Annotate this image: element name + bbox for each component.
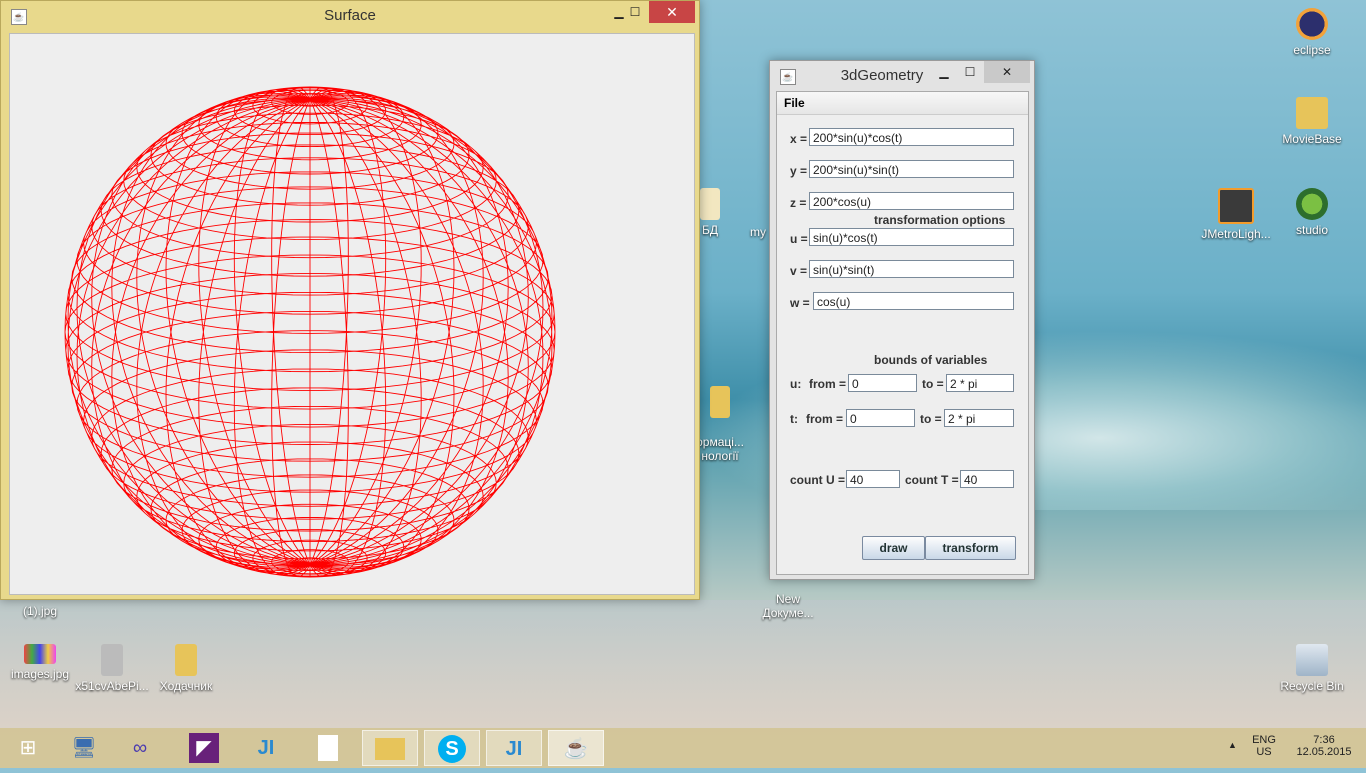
v-transform-field[interactable]: sin(u)*sin(t) — [809, 260, 1014, 278]
bounds-heading: bounds of variables — [874, 353, 988, 367]
desktop-icon-studio[interactable]: studio — [1272, 188, 1352, 237]
desktop-icon-recycle-bin[interactable]: Recycle Bin — [1272, 644, 1352, 693]
computer-icon: 🖥 — [71, 737, 97, 759]
z-expression-field[interactable]: 200*cos(u) — [809, 192, 1014, 210]
eclipse-icon — [1296, 8, 1328, 40]
infinity-icon: ∞ — [132, 737, 148, 759]
clock-date: 12.05.2015 — [1296, 746, 1352, 758]
count-u-field[interactable]: 40 — [846, 470, 900, 488]
skype-icon: S — [438, 735, 466, 763]
taskbar: ⊞ 🖥 ∞ ◤ JI S JI ☕ ▲ ENG US 7:36 12.05.20… — [0, 728, 1366, 768]
v-label: v = — [790, 264, 808, 278]
windows-logo-icon: ⊞ — [19, 737, 37, 759]
sphere-wireframe — [64, 86, 556, 578]
t-bound-label: t: — [790, 412, 798, 426]
java-icon: ☕ — [563, 738, 589, 760]
folder-icon — [1296, 97, 1328, 129]
t-from-field[interactable]: 0 — [846, 409, 915, 427]
taskbar-visual-studio[interactable]: ◤ — [176, 730, 232, 766]
x-expression-field[interactable]: 200*sin(u)*cos(t) — [809, 128, 1014, 146]
taskbar-file-explorer[interactable] — [362, 730, 418, 766]
maximize-button[interactable]: ☐ — [956, 61, 984, 83]
desktop-icon-new-document[interactable]: New Докуме... — [748, 578, 828, 620]
region-label: US — [1256, 746, 1272, 758]
image-icon — [101, 644, 123, 676]
geometry-form: File x = 200*sin(u)*cos(t) y = 200*sin(u… — [776, 91, 1029, 575]
document-icon — [700, 188, 720, 220]
t-to-field[interactable]: 2 * pi — [944, 409, 1014, 427]
taskbar-intellij-2[interactable]: JI — [486, 730, 542, 766]
menu-file[interactable]: File — [777, 92, 812, 114]
geometry-window[interactable]: ☕ 3dGeometry ▁ ☐ ✕ File x = 200*sin(u)*c… — [769, 60, 1035, 580]
desktop-icon-moviebase[interactable]: MovieBase — [1272, 97, 1352, 146]
recycle-bin-icon — [1296, 644, 1328, 676]
surface-titlebar[interactable]: ☕ Surface ▁ ☐ ✕ — [1, 1, 699, 31]
folder-icon — [710, 386, 730, 418]
clock-time: 7:36 — [1313, 734, 1335, 746]
desktop-icon-1jpg[interactable]: (1).jpg — [0, 604, 80, 618]
surface-title: Surface — [324, 7, 376, 24]
folder-icon — [375, 738, 405, 760]
start-button[interactable]: ⊞ — [0, 730, 56, 766]
folder-icon — [175, 644, 197, 676]
count-u-label: count U = — [790, 473, 846, 487]
t-from-label: from = — [806, 412, 844, 426]
desktop-icon-jmetro[interactable]: JMetroLigh... — [1196, 188, 1276, 241]
maximize-button[interactable]: ☐ — [621, 1, 649, 23]
desktop-icon-eclipse[interactable]: eclipse — [1272, 8, 1352, 57]
u-bound-label: u: — [790, 377, 802, 391]
taskbar-infinity-app[interactable]: ∞ — [112, 730, 168, 766]
y-expression-field[interactable]: 200*sin(u)*sin(t) — [809, 160, 1014, 178]
draw-button[interactable]: draw — [862, 536, 925, 560]
desktop-icon-images[interactable]: images.jpg — [0, 644, 80, 681]
show-hidden-icons-button[interactable]: ▲ — [1228, 740, 1237, 750]
image-icon — [24, 644, 56, 664]
u-from-field[interactable]: 0 — [848, 374, 917, 392]
intellij-icon: JI — [257, 737, 275, 759]
visual-studio-icon: ◤ — [189, 733, 219, 763]
taskbar-skype[interactable]: S — [424, 730, 480, 766]
surface-window[interactable]: ☕ Surface ▁ ☐ ✕ — [0, 0, 700, 600]
desktop-icon-khodachnyk[interactable]: Ходачник — [146, 644, 226, 693]
surface-canvas[interactable] — [9, 33, 695, 595]
taskbar-java[interactable]: ☕ — [548, 730, 604, 766]
language-label: ENG — [1252, 734, 1276, 746]
taskbar-computer[interactable]: 🖥 — [56, 730, 112, 766]
sphere-mesh-lines — [64, 86, 556, 578]
close-button[interactable]: ✕ — [984, 61, 1030, 83]
x-label: x = — [790, 132, 808, 146]
taskbar-intellij-1[interactable]: JI — [238, 730, 294, 766]
desktop-icon-my[interactable]: my — [748, 225, 768, 239]
blank-document-icon — [318, 735, 338, 761]
taskbar-document[interactable] — [300, 730, 356, 766]
transform-button[interactable]: transform — [925, 536, 1016, 560]
u-to-label: to = — [922, 377, 944, 391]
u-to-field[interactable]: 2 * pi — [946, 374, 1014, 392]
clock[interactable]: 7:36 12.05.2015 — [1284, 734, 1364, 758]
menu-bar: File — [777, 92, 1028, 115]
count-t-label: count T = — [905, 473, 959, 487]
count-t-field[interactable]: 40 — [960, 470, 1014, 488]
u-label: u = — [790, 232, 808, 246]
z-label: z = — [790, 196, 807, 210]
w-transform-field[interactable]: cos(u) — [813, 292, 1014, 310]
android-studio-icon — [1296, 188, 1328, 220]
u-from-label: from = — [809, 377, 847, 391]
u-transform-field[interactable]: sin(u)*cos(t) — [809, 228, 1014, 246]
desktop-icon-x51[interactable]: x51cvAbePi... — [72, 644, 152, 693]
minimize-button[interactable]: ▁ — [930, 61, 958, 83]
sublime-icon — [1218, 188, 1254, 224]
w-label: w = — [790, 296, 810, 310]
intellij-icon: JI — [505, 738, 523, 760]
y-label: y = — [790, 164, 808, 178]
geometry-titlebar[interactable]: ☕ 3dGeometry ▁ ☐ ✕ — [770, 61, 1034, 91]
close-button[interactable]: ✕ — [649, 1, 695, 23]
t-to-label: to = — [920, 412, 942, 426]
transformation-options-heading: transformation options — [874, 213, 1006, 227]
language-indicator[interactable]: ENG US — [1248, 734, 1280, 758]
